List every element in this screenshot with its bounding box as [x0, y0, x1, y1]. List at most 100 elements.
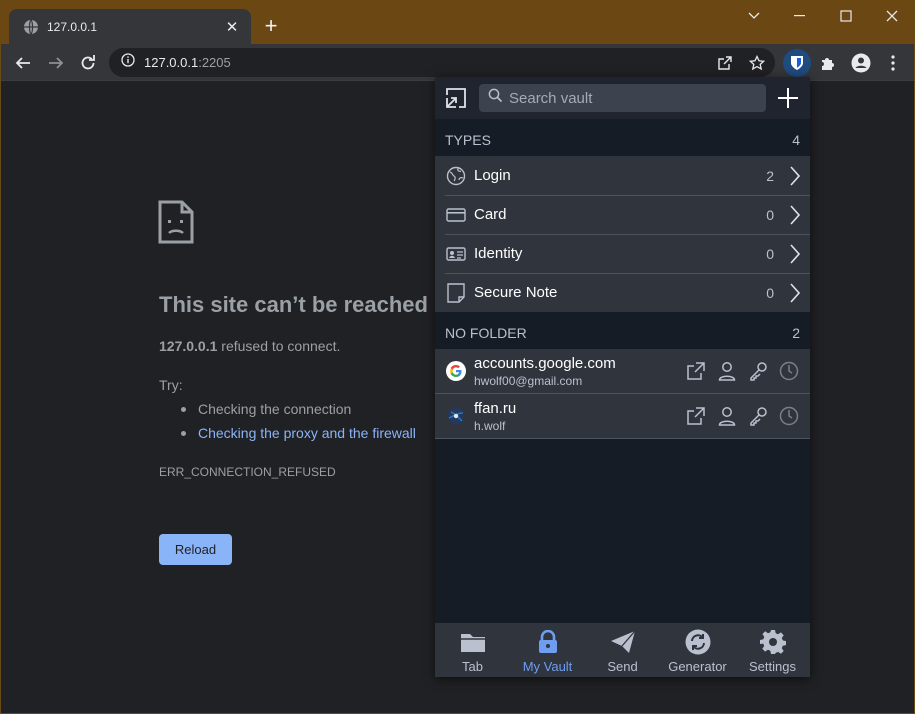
nav-label: Send: [607, 659, 638, 674]
globe-icon: [445, 165, 467, 187]
vault-item-ffan[interactable]: ffan.ru h.wolf: [435, 394, 810, 439]
google-favicon: [445, 360, 467, 382]
reload-icon[interactable]: [74, 49, 102, 77]
chevron-right-icon: [780, 204, 810, 225]
title-bar: 127.0.0.1 ✕ +: [1, 1, 914, 44]
share-icon[interactable]: [711, 49, 739, 77]
type-label: Login: [474, 167, 511, 184]
error-code: ERR_CONNECTION_REFUSED: [159, 465, 336, 479]
maximize-icon[interactable]: [823, 1, 869, 31]
type-count: 0: [766, 284, 774, 301]
refresh-icon: [684, 629, 712, 655]
extensions-puzzle-icon[interactable]: [814, 49, 842, 77]
chevron-right-icon: [780, 282, 810, 303]
vault-item-text: accounts.google.com hwolf00@gmail.com: [474, 355, 680, 388]
nav-send[interactable]: Send: [585, 623, 660, 677]
chevron-right-icon: [780, 243, 810, 264]
sticky-note-icon: [445, 282, 467, 304]
add-item-icon[interactable]: [777, 87, 799, 109]
types-list: Login 2 Card 0 Identity 0 Secure Note 0: [435, 156, 810, 312]
vault-item-username: hwolf00@gmail.com: [474, 373, 583, 388]
type-count: 2: [766, 167, 774, 184]
type-label: Identity: [474, 245, 523, 262]
copy-password-key-icon[interactable]: [742, 401, 773, 431]
type-label: Secure Note: [474, 284, 558, 301]
search-box[interactable]: [479, 84, 766, 112]
type-row-card[interactable]: Card 0: [435, 195, 810, 234]
types-section-count: 4: [792, 132, 800, 148]
vault-item-google[interactable]: accounts.google.com hwolf00@gmail.com: [435, 349, 810, 394]
bitwarden-extension-icon[interactable]: [783, 49, 811, 77]
folder-section-header: NO FOLDER 2: [435, 315, 810, 351]
browser-tab[interactable]: 127.0.0.1 ✕: [9, 9, 251, 44]
chevron-right-icon: [780, 165, 810, 186]
popout-icon[interactable]: [445, 87, 467, 109]
gear-icon: [759, 629, 787, 655]
nav-label: Settings: [749, 659, 796, 674]
chevron-down-icon[interactable]: [731, 1, 777, 31]
vault-item-username: h.wolf: [474, 418, 506, 433]
bookmark-star-icon[interactable]: [743, 49, 771, 77]
type-row-identity[interactable]: Identity 0: [435, 234, 810, 273]
search-vault-input[interactable]: [509, 89, 749, 107]
nav-label: Tab: [462, 659, 483, 674]
type-row-secure-note[interactable]: Secure Note 0: [435, 273, 810, 312]
nav-settings[interactable]: Settings: [735, 623, 810, 677]
forward-icon[interactable]: [42, 49, 70, 77]
folder-section-count: 2: [792, 325, 800, 341]
nav-label: Generator: [668, 659, 727, 674]
type-row-login[interactable]: Login 2: [435, 156, 810, 195]
copy-totp-clock-icon[interactable]: [773, 401, 804, 431]
try-label: Try:: [159, 377, 183, 393]
id-card-icon: [445, 243, 467, 265]
folder-section-title: NO FOLDER: [445, 325, 527, 341]
copy-username-icon[interactable]: [711, 356, 742, 386]
nav-label: My Vault: [522, 659, 573, 674]
popup-header: [435, 77, 810, 119]
copy-totp-clock-icon[interactable]: [773, 356, 804, 386]
nav-my-vault[interactable]: My Vault: [510, 623, 585, 677]
copy-username-icon[interactable]: [711, 401, 742, 431]
profile-avatar-icon[interactable]: [847, 49, 875, 77]
types-section-header: TYPES 4: [435, 122, 810, 158]
vault-item-actions: [680, 401, 804, 431]
error-message: 127.0.0.1 refused to connect.: [159, 338, 340, 354]
reload-button[interactable]: Reload: [159, 534, 232, 565]
check-proxy-link[interactable]: Checking the proxy and the firewall: [198, 425, 416, 441]
error-message-text: refused to connect.: [217, 338, 341, 354]
launch-icon[interactable]: [680, 356, 711, 386]
credit-card-icon: [445, 204, 467, 226]
globe-favicon-icon: [23, 19, 39, 35]
type-count: 0: [766, 245, 774, 262]
lock-icon: [534, 629, 562, 655]
paper-plane-icon: [609, 629, 637, 655]
types-section-title: TYPES: [445, 132, 491, 148]
back-icon[interactable]: [9, 49, 37, 77]
error-title: This site can’t be reached: [159, 292, 428, 317]
folder-icon: [459, 629, 487, 655]
url-host: 127.0.0.1: [144, 55, 199, 70]
type-label: Card: [474, 206, 507, 223]
browser-toolbar: 127.0.0.1:2205: [1, 44, 914, 81]
url-port: :2205: [198, 55, 231, 70]
vault-item-list: accounts.google.com hwolf00@gmail.com ff…: [435, 349, 810, 439]
vault-item-name: ffan.ru: [474, 399, 517, 417]
sad-page-icon: [158, 200, 194, 249]
new-tab-button[interactable]: +: [259, 15, 283, 39]
vault-item-name: accounts.google.com: [474, 354, 616, 372]
nav-generator[interactable]: Generator: [660, 623, 735, 677]
nav-tab[interactable]: Tab: [435, 623, 510, 677]
tab-title: 127.0.0.1: [47, 19, 98, 34]
suggestion-list: Checking the connection Checking the pro…: [179, 400, 416, 448]
minimize-icon[interactable]: [777, 1, 823, 31]
tab-close-icon[interactable]: ✕: [223, 18, 241, 36]
vault-item-text: ffan.ru h.wolf: [474, 400, 680, 433]
window-close-icon[interactable]: [869, 1, 914, 31]
info-icon[interactable]: [121, 53, 135, 72]
address-bar[interactable]: 127.0.0.1:2205: [109, 48, 775, 77]
copy-password-key-icon[interactable]: [742, 356, 773, 386]
menu-kebab-icon[interactable]: [879, 49, 907, 77]
suggestion-check-proxy[interactable]: Checking the proxy and the firewall: [179, 424, 416, 448]
launch-icon[interactable]: [680, 401, 711, 431]
ffan-favicon: [445, 405, 467, 427]
